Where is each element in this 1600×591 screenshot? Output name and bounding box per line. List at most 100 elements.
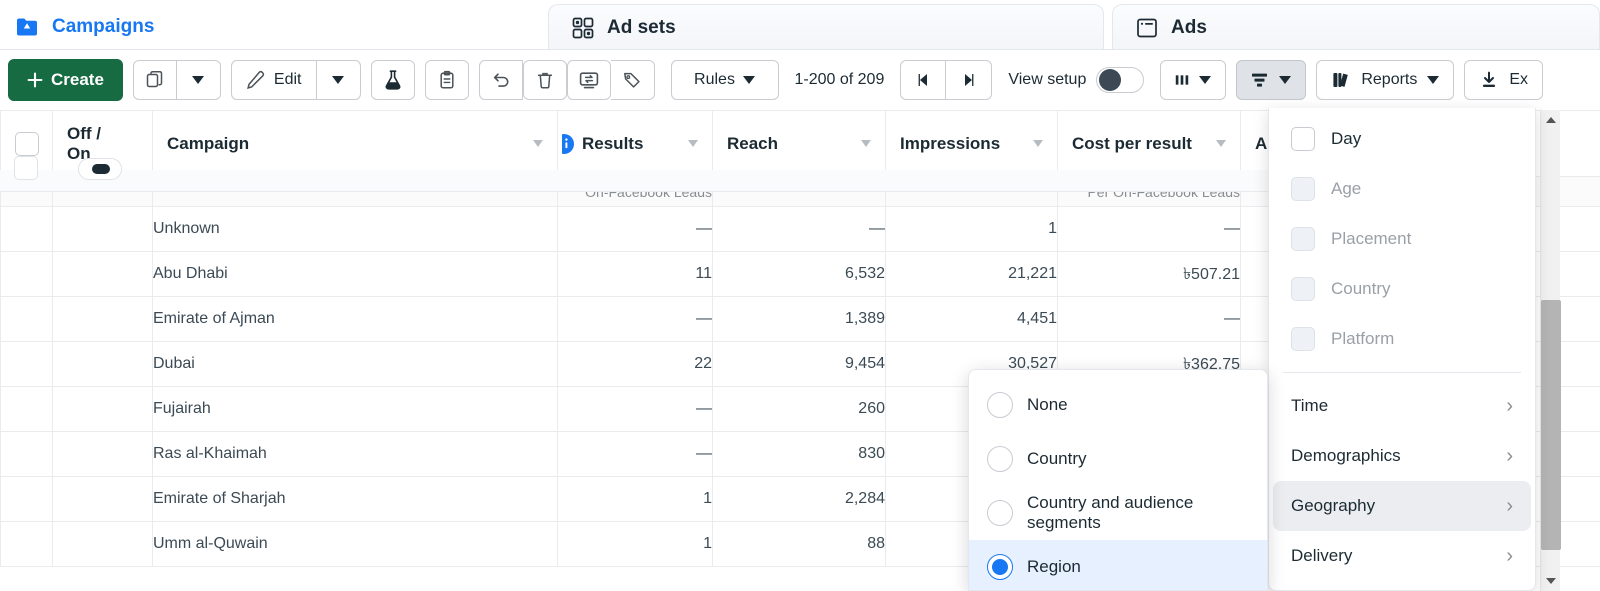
prev-page-button[interactable] [900, 60, 947, 100]
row-checkbox-cell [0, 251, 53, 297]
tab-campaigns-label: Campaigns [52, 16, 155, 37]
ab-test-button[interactable] [370, 60, 415, 100]
row-reach: — [712, 206, 886, 252]
results-sort-caret-icon[interactable] [688, 140, 698, 147]
row-cost-per-result: ৳507.21 [1057, 251, 1241, 297]
day-checkbox[interactable] [1291, 127, 1315, 151]
scroll-up-arrow-icon[interactable] [1541, 110, 1561, 130]
scrollbar-thumb[interactable] [1541, 300, 1561, 550]
row-cost-per-result: — [1057, 206, 1241, 252]
duplicate-icon [146, 70, 163, 88]
edit-button[interactable]: Edit [230, 60, 317, 100]
undo-icon [493, 73, 508, 87]
pagination-label: 1-200 of 209 [794, 71, 885, 88]
columns-button[interactable] [1160, 60, 1227, 100]
breakdown-group-geography-label: Geography [1291, 496, 1376, 515]
create-button[interactable]: Create [8, 59, 123, 101]
pencil-icon [246, 70, 265, 89]
header-results: Results [557, 110, 713, 177]
breakdown-group-time[interactable]: Time › [1273, 381, 1531, 431]
tag-button[interactable] [610, 60, 655, 100]
row-reach: 1,389 [712, 296, 886, 342]
duplicate-button[interactable] [132, 60, 177, 100]
next-page-button[interactable] [946, 60, 993, 100]
row-campaign: Unknown [152, 206, 558, 252]
age-checkbox [1291, 177, 1315, 201]
scroll-down-arrow-icon[interactable] [1541, 571, 1561, 591]
row-reach: 2,284 [712, 476, 886, 522]
row-campaign: Emirate of Ajman [152, 296, 558, 342]
export-button[interactable]: Ex [1464, 60, 1544, 100]
header-cost-per-result-label: Cost per result [1072, 133, 1192, 153]
delete-button[interactable] [522, 60, 567, 100]
edit-caret-button[interactable] [316, 60, 361, 100]
breakdown-group-demographics[interactable]: Demographics › [1273, 431, 1531, 481]
row-reach: 6,532 [712, 251, 886, 297]
row-cost-per-result: — [1057, 296, 1241, 342]
campaign-sort-caret-icon[interactable] [533, 140, 543, 147]
country-and-audience-segments-radio[interactable] [987, 500, 1013, 526]
row-campaign: Dubai [152, 341, 558, 387]
breakdown-item-country: Country [1273, 264, 1531, 314]
arrow-right-icon [964, 74, 974, 86]
row-reach: 830 [712, 431, 886, 477]
breakdown-button[interactable] [1236, 60, 1307, 100]
breakdown-group-delivery[interactable]: Delivery › [1273, 531, 1531, 581]
country-radio[interactable] [987, 446, 1013, 472]
row-results: 1 [557, 476, 713, 522]
revert-button[interactable] [478, 60, 523, 100]
download-icon [1483, 71, 1496, 87]
breakdown-item-day-label: Day [1331, 129, 1362, 148]
breakdown-item-day[interactable]: Day [1273, 114, 1531, 164]
trash-icon [537, 72, 552, 89]
row-results: — [557, 431, 713, 477]
duplicate-caret-button[interactable] [176, 60, 221, 100]
geography-option-region[interactable]: Region [969, 540, 1267, 590]
geography-option-country-and-audience-segments-label: Country and audience segments [1027, 493, 1194, 532]
breakdown-item-placement: Placement [1273, 214, 1531, 264]
select-all-checkbox[interactable] [14, 131, 39, 156]
row-checkbox-cell [0, 431, 53, 477]
table-vertical-scrollbar[interactable] [1540, 110, 1561, 591]
row-checkbox-cell [0, 206, 53, 252]
breakdown-item-platform-label: Platform [1331, 329, 1395, 348]
export-button-label: Ex [1509, 71, 1529, 88]
none-radio[interactable] [987, 392, 1013, 418]
clipped-group-row[interactable] [0, 156, 1268, 192]
region-radio[interactable] [987, 554, 1013, 580]
group-row-checkbox[interactable] [14, 156, 38, 180]
tab-ad-sets-label: Ad sets [607, 16, 676, 38]
geography-option-country-and-audience-segments[interactable]: Country and audience segments [969, 486, 1267, 540]
geography-option-none-label: None [1027, 395, 1068, 414]
cost-per-result-sort-caret-icon[interactable] [1216, 140, 1226, 147]
geography-submenu: None Country Country and audience segmen… [968, 369, 1268, 591]
row-toggle-cell [52, 341, 153, 387]
reach-sort-caret-icon[interactable] [861, 140, 871, 147]
geography-option-none[interactable]: None [969, 378, 1267, 432]
country-checkbox [1291, 277, 1315, 301]
row-results: — [557, 296, 713, 342]
view-setup-toggle[interactable] [1096, 67, 1145, 93]
tab-ads[interactable]: Ads [1112, 4, 1600, 50]
menu-divider [1283, 372, 1521, 373]
export-review-button[interactable] [566, 60, 611, 100]
geography-option-country[interactable]: Country [969, 432, 1267, 486]
reports-button[interactable]: Reports [1316, 60, 1455, 100]
rules-button[interactable]: Rules [670, 60, 779, 100]
breakdown-group-demographics-label: Demographics [1291, 446, 1401, 465]
tab-campaigns[interactable]: Campaigns [0, 4, 532, 50]
ads-window-icon [1135, 16, 1159, 40]
breakdown-group-action[interactable]: Action › [1273, 581, 1531, 591]
impressions-sort-caret-icon[interactable] [1033, 140, 1043, 147]
breakdown-group-geography[interactable]: Geography › [1273, 481, 1531, 531]
chevron-down-icon [1199, 76, 1212, 84]
row-checkbox-cell [0, 341, 53, 387]
clipboard-button[interactable] [424, 60, 469, 100]
group-row-toggle[interactable] [78, 158, 122, 180]
row-toggle-cell [52, 431, 153, 477]
row-impressions: 4,451 [885, 296, 1058, 342]
tab-ad-sets[interactable]: Ad sets [548, 4, 1104, 50]
toggle-knob [1099, 69, 1122, 91]
row-toggle-cell [52, 296, 153, 342]
chevron-down-icon [192, 76, 205, 84]
